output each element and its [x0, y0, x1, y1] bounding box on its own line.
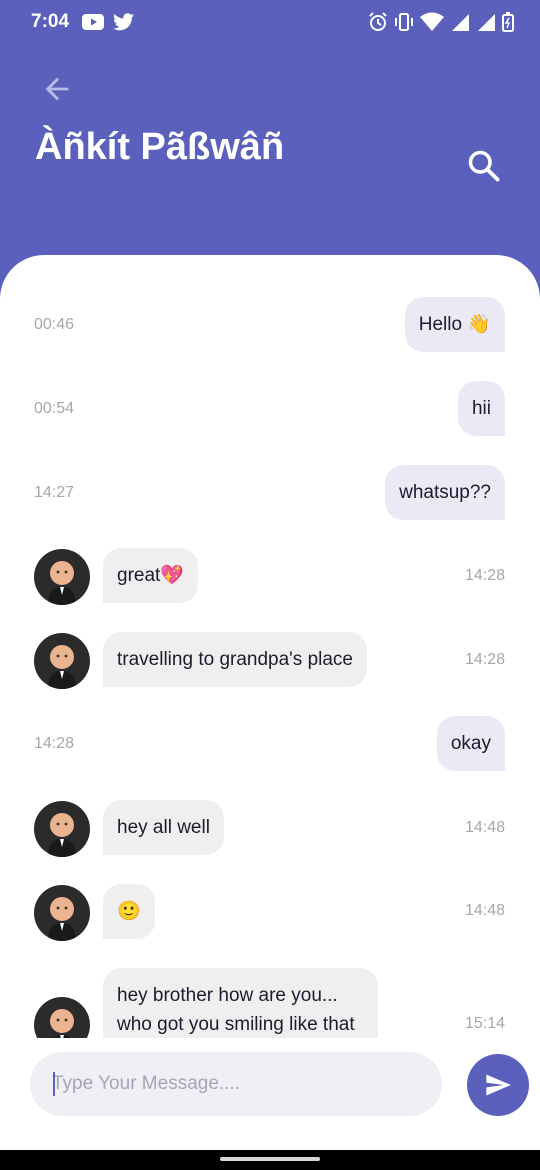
message-list[interactable]: 00:46 Hello 👋 00:54 hii 14:27 whatsup?? … — [0, 255, 540, 1038]
arrow-back-icon — [45, 77, 69, 101]
status-time: 7:04 — [31, 11, 70, 32]
message-bubble-incoming[interactable]: great💖 — [103, 548, 198, 603]
message-time: 15:14 — [464, 1015, 505, 1032]
message-bubble-outgoing[interactable]: Hello 👋 — [404, 297, 505, 352]
message-input[interactable] — [52, 1052, 422, 1116]
message-bubble-outgoing[interactable]: okay — [436, 716, 505, 771]
vibrate-icon — [395, 13, 413, 31]
battery-icon — [502, 12, 514, 32]
baby-avatar-icon — [48, 561, 76, 605]
search-icon — [468, 150, 500, 182]
avatar[interactable] — [34, 885, 90, 941]
back-button[interactable] — [40, 72, 74, 106]
send-button[interactable] — [467, 1054, 529, 1116]
message-composer — [0, 1038, 540, 1150]
baby-avatar-icon — [50, 1009, 74, 1038]
wifi-icon — [420, 12, 444, 31]
chat-panel: 00:46 Hello 👋 00:54 hii 14:27 whatsup?? … — [0, 255, 540, 1150]
message-time: 14:28 — [464, 567, 505, 584]
avatar[interactable] — [34, 997, 90, 1038]
message-bubble-outgoing[interactable]: whatsup?? — [385, 465, 505, 520]
avatar[interactable] — [34, 801, 90, 857]
avatar[interactable] — [34, 633, 90, 689]
baby-avatar-icon — [48, 897, 76, 941]
message-input-container[interactable] — [30, 1052, 442, 1116]
text-cursor — [53, 1072, 55, 1096]
message-bubble-incoming[interactable]: hey all well — [103, 800, 224, 855]
message-time: 14:48 — [464, 902, 505, 919]
avatar[interactable] — [34, 549, 90, 605]
signal-roaming-icon — [452, 14, 469, 31]
message-bubble-outgoing[interactable]: hii — [457, 381, 505, 436]
message-bubble-incoming[interactable]: hey brother how are you... who got you s… — [103, 968, 378, 1038]
baby-avatar-icon — [48, 645, 76, 689]
chat-header: Àñkít Pãßwâñ — [0, 48, 540, 268]
status-bar: 7:04 — [0, 0, 540, 48]
message-time: 14:27 — [34, 484, 75, 501]
message-bubble-incoming[interactable]: 🙂 — [103, 884, 155, 939]
navigation-bar — [0, 1150, 540, 1170]
message-time: 00:46 — [34, 316, 75, 333]
message-bubble-incoming[interactable]: travelling to grandpa's place — [103, 632, 367, 687]
message-time: 14:28 — [34, 735, 75, 752]
twitter-icon — [113, 13, 134, 36]
message-time: 14:48 — [464, 819, 505, 836]
system-icons — [368, 12, 514, 32]
message-time: 00:54 — [34, 400, 75, 417]
search-button[interactable] — [466, 148, 502, 184]
youtube-icon — [82, 14, 104, 35]
send-icon — [486, 1074, 511, 1096]
signal-icon — [478, 14, 495, 31]
home-gesture-pill[interactable] — [220, 1157, 320, 1161]
message-time: 14:28 — [464, 651, 505, 668]
alarm-icon — [369, 12, 387, 31]
contact-name: Àñkít Pãßwâñ — [35, 126, 285, 168]
baby-avatar-icon — [48, 813, 76, 857]
